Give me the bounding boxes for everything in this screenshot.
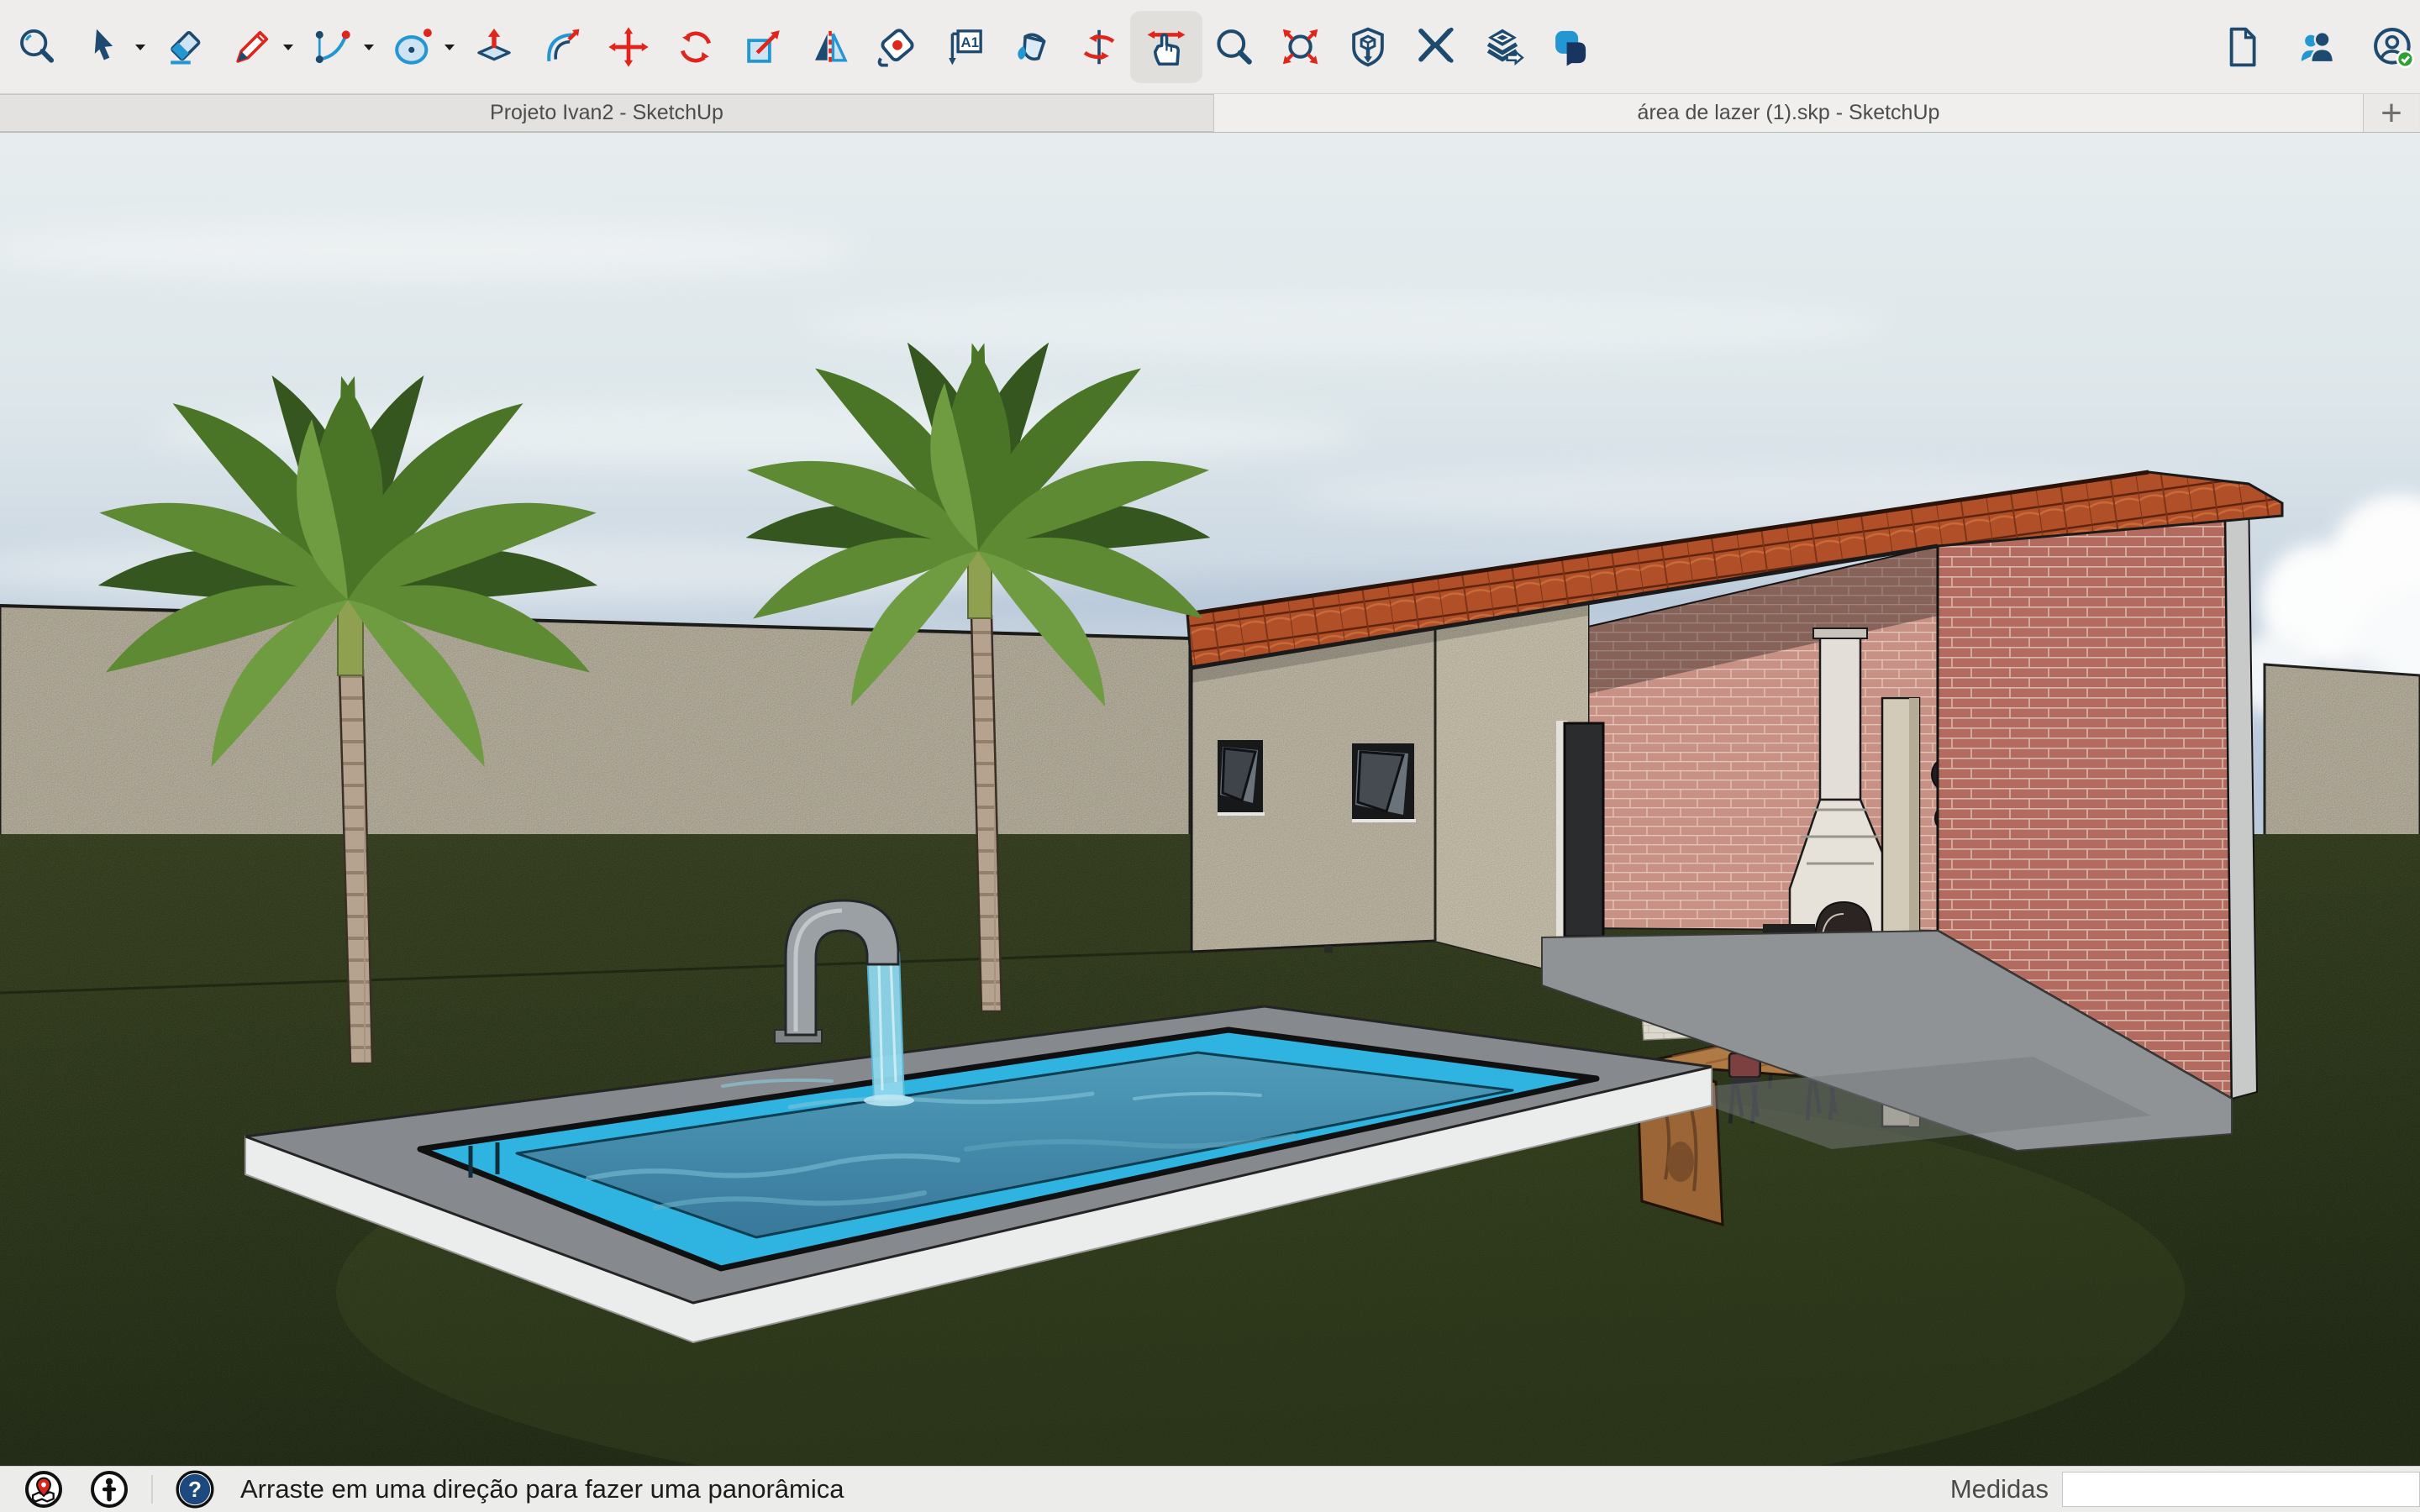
zoom-extents-tool-button[interactable] xyxy=(1276,11,1326,83)
statusbar-divider xyxy=(151,1475,153,1504)
move-tool-button[interactable] xyxy=(603,11,654,83)
circle-icon xyxy=(391,24,436,70)
warehouse-download-tool-button[interactable] xyxy=(1343,11,1393,83)
pan-hand-icon xyxy=(1144,24,1189,70)
orbit-icon xyxy=(1076,24,1122,70)
arc-icon xyxy=(310,24,355,70)
arc-tool-button[interactable] xyxy=(308,11,358,83)
people-icon xyxy=(2295,24,2340,70)
chevron-down-icon xyxy=(442,39,457,55)
paint-bucket-icon xyxy=(1009,24,1055,70)
status-hint-text: Arraste em uma direção para fazer uma pa… xyxy=(240,1474,844,1504)
line-tool-button[interactable] xyxy=(227,11,277,83)
tab-label: Projeto Ivan2 - SketchUp xyxy=(490,101,723,125)
move-icon xyxy=(606,24,651,70)
document-tabbar: Projeto Ivan2 - SketchUp área de lazer (… xyxy=(0,94,2420,133)
circle-tool-button[interactable] xyxy=(388,11,439,83)
tab-projeto-ivan2[interactable]: Projeto Ivan2 - SketchUp xyxy=(0,94,1214,132)
scale-tool-button[interactable] xyxy=(738,11,788,83)
shield-cube-download-icon xyxy=(1345,24,1391,70)
orbit-tool-button[interactable] xyxy=(1074,11,1124,83)
tab-label: área de lazer (1).skp - SketchUp xyxy=(1638,101,1940,125)
text-icon: A1 xyxy=(942,24,987,70)
text-tool-button[interactable]: A1 xyxy=(939,11,990,83)
chevron-down-icon xyxy=(133,39,148,55)
scale-icon xyxy=(740,24,786,70)
zoom-tool-button[interactable] xyxy=(12,11,62,83)
help-button[interactable]: ? xyxy=(171,1466,218,1512)
push-pull-icon xyxy=(471,24,517,70)
magnifier-icon xyxy=(1211,24,1256,70)
crossed-chevrons-icon xyxy=(1413,24,1458,70)
chat-bubbles-icon xyxy=(1547,24,1592,70)
measurements-group: Medidas xyxy=(1950,1472,2420,1507)
statusbar: ? Arraste em uma direção para fazer uma … xyxy=(0,1466,2420,1512)
rotate-tool-button[interactable] xyxy=(671,11,721,83)
select-tool-button[interactable] xyxy=(79,11,129,83)
chat-tool-button[interactable] xyxy=(1544,11,1595,83)
zoom-camera-tool-button[interactable] xyxy=(1208,11,1259,83)
account-button[interactable] xyxy=(2370,11,2417,83)
push-pull-tool-button[interactable] xyxy=(469,11,519,83)
tape-measure-tool-button[interactable] xyxy=(872,11,923,83)
human-figure-icon xyxy=(88,1468,130,1510)
pencil-icon xyxy=(229,24,275,70)
arc-tool-dropdown[interactable] xyxy=(361,11,376,83)
perimeter-wall-right xyxy=(2265,664,2420,851)
tape-measure-icon xyxy=(875,24,920,70)
toolbar-right-group xyxy=(2218,11,2417,83)
chevron-down-icon xyxy=(281,39,296,55)
main-toolbar: A1 xyxy=(0,0,2420,94)
text-tool-glyph: A1 xyxy=(961,34,980,50)
magnifier-icon xyxy=(14,24,60,70)
cursor-icon xyxy=(82,24,127,70)
viewport-canvas[interactable] xyxy=(0,133,2420,1466)
window-1 xyxy=(1218,740,1265,816)
line-tool-dropdown[interactable] xyxy=(281,11,296,83)
layers-arrow-icon xyxy=(1480,24,1525,70)
circle-tool-dropdown[interactable] xyxy=(442,11,457,83)
offset-tool-button[interactable] xyxy=(536,11,587,83)
eraser-icon xyxy=(162,24,208,70)
new-document-button[interactable] xyxy=(2218,11,2265,83)
tab-area-de-lazer[interactable]: área de lazer (1).skp - SketchUp xyxy=(1214,94,2363,132)
crossed-chevrons-tool-button[interactable] xyxy=(1410,11,1460,83)
paint-bucket-tool-button[interactable] xyxy=(1007,11,1057,83)
zoom-extents-icon xyxy=(1278,24,1323,70)
eraser-tool-button[interactable] xyxy=(160,11,210,83)
pan-tool-button[interactable] xyxy=(1130,11,1202,83)
new-tab-button[interactable]: + xyxy=(2363,94,2419,132)
door xyxy=(1556,721,1603,939)
help-icon: ? xyxy=(174,1468,216,1510)
human-figure-button[interactable] xyxy=(86,1466,133,1512)
account-check-icon xyxy=(2370,24,2416,70)
flip-icon xyxy=(808,24,853,70)
flip-tool-button[interactable] xyxy=(805,11,855,83)
window-2 xyxy=(1352,743,1416,822)
plus-icon: + xyxy=(2381,92,2402,134)
model-scene xyxy=(0,133,2420,1466)
measurements-input[interactable] xyxy=(2062,1472,2420,1507)
collaborators-button[interactable] xyxy=(2294,11,2341,83)
offset-icon xyxy=(539,24,584,70)
geolocation-icon xyxy=(23,1468,65,1510)
layers-export-tool-button[interactable] xyxy=(1477,11,1528,83)
rotate-icon xyxy=(673,24,718,70)
document-icon xyxy=(2219,24,2265,70)
chevron-down-icon xyxy=(361,39,376,55)
measurements-label: Medidas xyxy=(1950,1474,2049,1504)
select-tool-dropdown[interactable] xyxy=(133,11,148,83)
help-glyph: ? xyxy=(188,1477,202,1502)
geolocation-button[interactable] xyxy=(20,1466,67,1512)
